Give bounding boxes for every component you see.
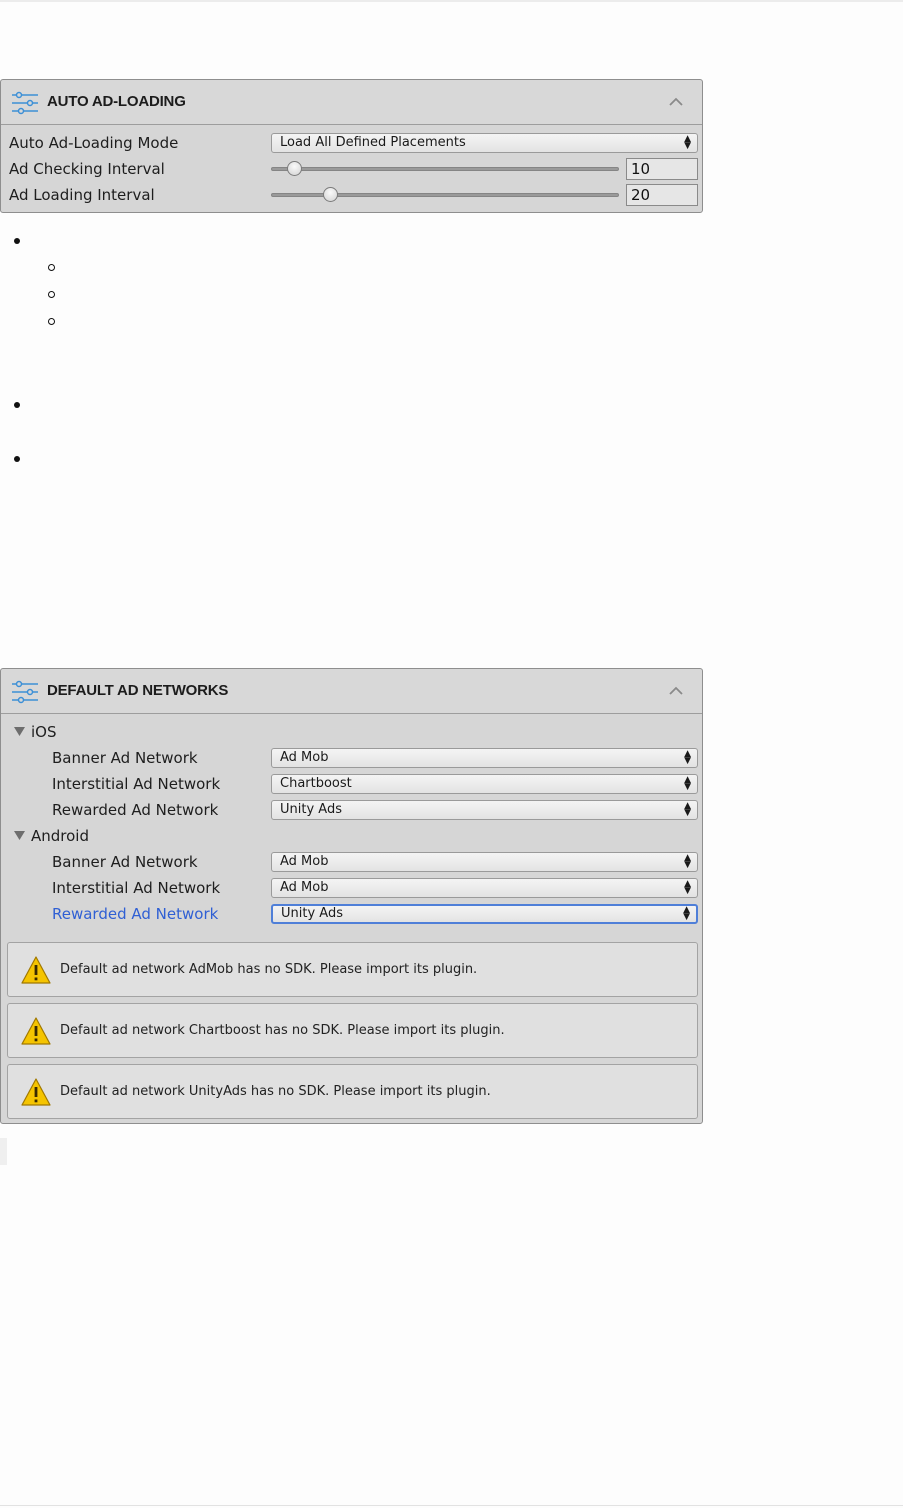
updown-arrows-icon: ▲ ▼ [684, 749, 691, 766]
android-rewarded-row: Rewarded Ad Network Unity Ads ▲ ▼ [1, 902, 702, 926]
text-caret-block [0, 1138, 7, 1165]
default-ad-networks-header[interactable]: DEFAULT AD NETWORKS [1, 669, 702, 714]
warning-icon [21, 956, 51, 984]
dropdown-value: Ad Mob [280, 750, 329, 765]
updown-arrows-icon: ▲ ▼ [684, 879, 691, 896]
ios-rewarded-dropdown[interactable]: Unity Ads ▲ ▼ [271, 800, 698, 820]
rewarded-ad-network-label: Rewarded Ad Network [52, 801, 219, 819]
auto-ad-loading-mode-dropdown[interactable]: Load All Defined Placements ▲ ▼ [271, 133, 698, 153]
ad-loading-interval-row: Ad Loading Interval 20 [1, 183, 702, 207]
android-label: Android [31, 827, 89, 845]
android-banner-dropdown[interactable]: Ad Mob ▲ ▼ [271, 852, 698, 872]
auto-ad-loading-header[interactable]: AUTO AD-LOADING [1, 80, 702, 125]
updown-arrows-icon: ▲ ▼ [684, 801, 691, 818]
updown-arrows-icon: ▲ ▼ [684, 853, 691, 870]
android-interstitial-dropdown[interactable]: Ad Mob ▲ ▼ [271, 878, 698, 898]
warning-text: Default ad network AdMob has no SDK. Ple… [60, 962, 478, 977]
updown-arrows-icon: ▲ ▼ [684, 775, 691, 792]
banner-ad-network-label: Banner Ad Network [52, 853, 198, 871]
dropdown-value: Unity Ads [280, 802, 342, 817]
dropdown-value: Unity Ads [281, 906, 343, 921]
android-foldout[interactable]: Android [1, 824, 702, 848]
list-sub-bullet [48, 318, 55, 325]
warning-helpbox: Default ad network AdMob has no SDK. Ple… [7, 942, 698, 997]
list-sub-bullet [48, 291, 55, 298]
dropdown-value: Ad Mob [280, 854, 329, 869]
ios-interstitial-row: Interstitial Ad Network Chartboost ▲ ▼ [1, 772, 702, 796]
ad-checking-interval-slider[interactable] [271, 167, 619, 171]
ad-checking-interval-row: Ad Checking Interval 10 [1, 157, 702, 181]
ios-label: iOS [31, 723, 57, 741]
ios-foldout[interactable]: iOS [1, 720, 702, 744]
interstitial-ad-network-label: Interstitial Ad Network [52, 879, 221, 897]
sliders-icon [12, 91, 38, 115]
auto-ad-loading-mode-row: Auto Ad-Loading Mode Load All Defined Pl… [1, 131, 702, 155]
android-banner-row: Banner Ad Network Ad Mob ▲ ▼ [1, 850, 702, 874]
auto-ad-loading-mode-label: Auto Ad-Loading Mode [9, 134, 179, 152]
slider-thumb[interactable] [287, 161, 302, 176]
default-ad-networks-panel: DEFAULT AD NETWORKS iOS Banner Ad Networ… [0, 668, 703, 1124]
ad-loading-interval-field[interactable]: 20 [626, 184, 698, 206]
dropdown-value: Chartboost [280, 776, 352, 791]
triangle-down-icon[interactable] [13, 726, 26, 737]
triangle-down-icon[interactable] [13, 830, 26, 841]
ios-banner-dropdown[interactable]: Ad Mob ▲ ▼ [271, 748, 698, 768]
panel-title: DEFAULT AD NETWORKS [47, 682, 229, 699]
warning-text: Default ad network UnityAds has no SDK. … [60, 1084, 491, 1099]
sliders-icon [12, 680, 38, 704]
ios-interstitial-dropdown[interactable]: Chartboost ▲ ▼ [271, 774, 698, 794]
ad-checking-interval-field[interactable]: 10 [626, 158, 698, 180]
slider-thumb[interactable] [323, 187, 338, 202]
list-bullet [14, 456, 20, 462]
interstitial-ad-network-label: Interstitial Ad Network [52, 775, 221, 793]
warning-text: Default ad network Chartboost has no SDK… [60, 1023, 505, 1038]
panel-title: AUTO AD-LOADING [47, 93, 186, 110]
chevron-up-icon[interactable] [668, 686, 684, 696]
list-bullet [14, 238, 20, 244]
auto-ad-loading-panel: AUTO AD-LOADING Auto Ad-Loading Mode Loa… [0, 79, 703, 213]
bottom-divider [0, 1505, 903, 1506]
top-divider [0, 0, 903, 2]
android-rewarded-dropdown[interactable]: Unity Ads ▲ ▼ [271, 904, 698, 924]
updown-arrows-icon: ▲ ▼ [684, 134, 691, 151]
list-bullet [14, 402, 20, 408]
updown-arrows-icon: ▲ ▼ [683, 905, 690, 922]
ad-checking-interval-label: Ad Checking Interval [9, 160, 165, 178]
warning-icon [21, 1017, 51, 1045]
ios-banner-row: Banner Ad Network Ad Mob ▲ ▼ [1, 746, 702, 770]
android-interstitial-row: Interstitial Ad Network Ad Mob ▲ ▼ [1, 876, 702, 900]
dropdown-value: Ad Mob [280, 880, 329, 895]
warning-icon [21, 1078, 51, 1106]
banner-ad-network-label: Banner Ad Network [52, 749, 198, 767]
rewarded-ad-network-label: Rewarded Ad Network [52, 905, 219, 923]
warning-helpbox: Default ad network Chartboost has no SDK… [7, 1003, 698, 1058]
warning-helpbox: Default ad network UnityAds has no SDK. … [7, 1064, 698, 1119]
ad-loading-interval-label: Ad Loading Interval [9, 186, 155, 204]
list-sub-bullet [48, 264, 55, 271]
dropdown-value: Load All Defined Placements [280, 135, 466, 150]
ios-rewarded-row: Rewarded Ad Network Unity Ads ▲ ▼ [1, 798, 702, 822]
chevron-up-icon[interactable] [668, 97, 684, 107]
